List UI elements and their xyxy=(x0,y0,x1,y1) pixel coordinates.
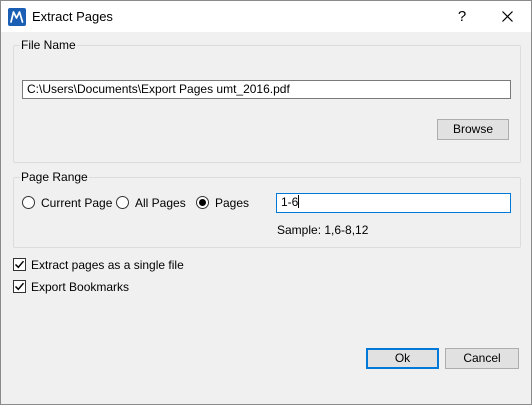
current-page-radio[interactable] xyxy=(22,196,35,209)
single-file-checkbox[interactable] xyxy=(13,258,26,271)
sample-hint: Sample: 1,6-8,12 xyxy=(277,223,369,237)
page-range-group-label: Page Range xyxy=(20,170,89,184)
close-button[interactable] xyxy=(485,1,531,32)
ok-button[interactable]: Ok xyxy=(366,348,439,369)
all-pages-label[interactable]: All Pages xyxy=(135,196,186,210)
pages-range-value: 1-6 xyxy=(281,195,299,209)
text-caret xyxy=(298,195,300,208)
pages-label[interactable]: Pages xyxy=(215,196,249,210)
radio-selected-dot xyxy=(199,199,206,206)
checkmark-icon xyxy=(14,260,25,269)
pages-radio[interactable] xyxy=(196,196,209,209)
current-page-label[interactable]: Current Page xyxy=(41,196,112,210)
browse-button[interactable]: Browse xyxy=(437,119,509,140)
file-path-input[interactable]: C:\Users\Documents\Export Pages umt_2016… xyxy=(22,80,511,99)
bookmarks-checkbox[interactable] xyxy=(13,280,26,293)
app-logo-icon xyxy=(8,8,26,26)
extract-pages-dialog: Extract Pages ? File Name C:\Users\Docum… xyxy=(0,0,532,405)
all-pages-radio[interactable] xyxy=(116,196,129,209)
cancel-button[interactable]: Cancel xyxy=(445,348,519,369)
dialog-title: Extract Pages xyxy=(32,9,113,24)
bookmarks-label[interactable]: Export Bookmarks xyxy=(31,280,129,294)
pages-range-input[interactable]: 1-6 xyxy=(276,193,511,213)
file-name-group-label: File Name xyxy=(20,38,77,52)
checkmark-icon xyxy=(14,282,25,291)
close-icon xyxy=(502,11,513,22)
help-button[interactable]: ? xyxy=(447,1,477,32)
title-bar[interactable]: Extract Pages ? xyxy=(1,1,531,32)
file-name-group xyxy=(13,45,521,163)
single-file-label[interactable]: Extract pages as a single file xyxy=(31,258,184,272)
